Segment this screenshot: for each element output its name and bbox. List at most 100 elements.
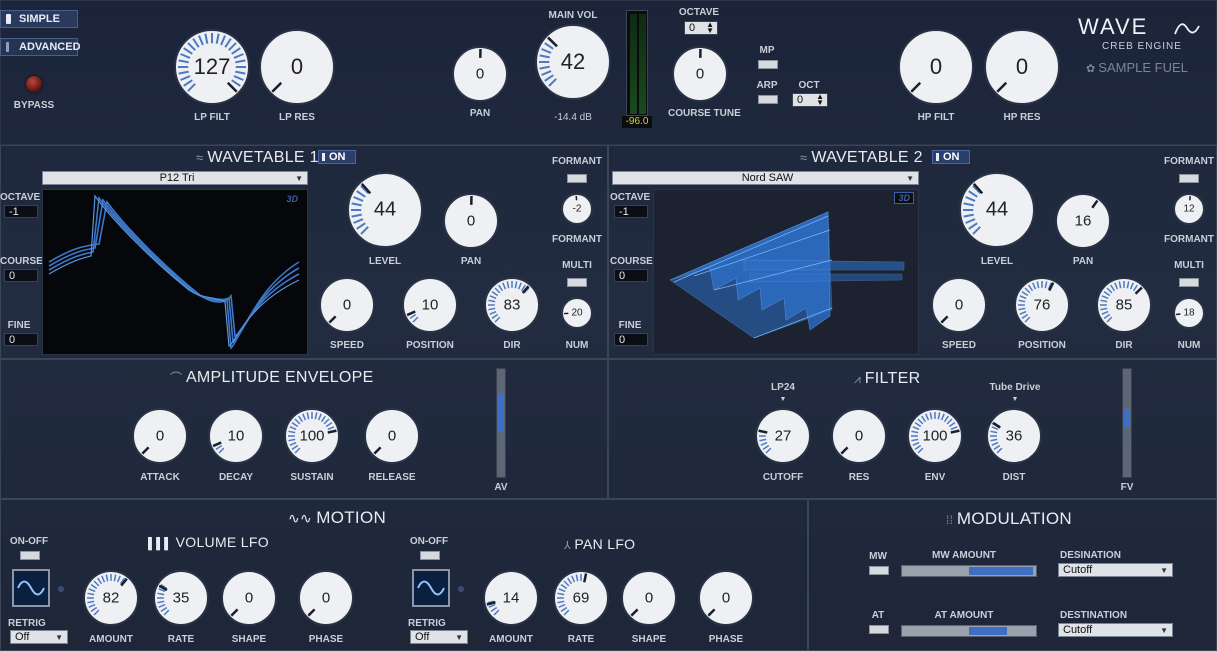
at-amount-slider[interactable] [901, 625, 1037, 637]
wt2-num-knob[interactable]: 18 [1173, 297, 1205, 329]
wt1-formant-toggle[interactable] [567, 174, 587, 183]
knob-tick [298, 415, 304, 423]
pan-lfo-amount-knob[interactable]: 14 [483, 570, 539, 626]
filter-type-selector[interactable]: LP24 ▼ [764, 382, 802, 404]
cutoff-knob[interactable]: 27 [755, 408, 811, 464]
vol-lfo-indicator [58, 586, 64, 592]
wt1-fine-field[interactable]: 0 [4, 333, 38, 346]
arp-toggle[interactable] [758, 95, 778, 104]
wave-logo-text: WAVE [1078, 14, 1149, 39]
vol-lfo-onoff-toggle[interactable] [20, 551, 40, 560]
wt2-octave-field[interactable]: -1 [614, 205, 648, 218]
sustain-knob[interactable]: 100 [284, 408, 340, 464]
wt2-dir-knob[interactable]: 85 [1096, 277, 1152, 333]
attack-knob[interactable]: 0 [132, 408, 188, 464]
at-toggle[interactable] [869, 625, 889, 634]
knob-tick [560, 584, 568, 590]
wavetable-2-on-button[interactable]: ON [932, 150, 970, 164]
wavetable-1-display[interactable]: 3D [42, 189, 308, 355]
wt1-num-knob[interactable]: 20 [561, 297, 593, 329]
wt1-speed-knob[interactable]: 0 [319, 277, 375, 333]
knob-pointer [707, 608, 716, 617]
sine-wave-icon [417, 580, 445, 596]
knob-tick [317, 413, 322, 421]
vol-lfo-amount-knob[interactable]: 82 [83, 570, 139, 626]
bypass-button[interactable] [24, 74, 44, 94]
vol-lfo-retrig-dropdown[interactable]: Off ▼ [10, 630, 68, 644]
meter-readout: -96.0 [622, 116, 652, 128]
wt1-formant-knob[interactable]: -2 [561, 193, 593, 225]
vol-lfo-rate-knob[interactable]: 35 [153, 570, 209, 626]
pan-lfo-rate-knob[interactable]: 69 [553, 570, 609, 626]
env-knob[interactable]: 100 [907, 408, 963, 464]
pan-lfo-phase-knob[interactable]: 0 [698, 570, 754, 626]
wt1-octave-field[interactable]: -1 [4, 205, 38, 218]
lp-filt-knob[interactable]: 127 [174, 29, 250, 105]
lp-res-knob[interactable]: 0 [259, 29, 335, 105]
knob-tick [93, 580, 100, 587]
mp-toggle[interactable] [758, 60, 778, 69]
wt1-course-field[interactable]: 0 [4, 269, 38, 282]
pan-lfo-onoff-toggle[interactable] [420, 551, 440, 560]
vol-lfo-shape-knob[interactable]: 0 [221, 570, 277, 626]
pan-lfo-retrig-dropdown[interactable]: Off ▼ [410, 630, 468, 644]
knob-pointer [910, 81, 922, 93]
release-knob[interactable]: 0 [364, 408, 420, 464]
decay-knob[interactable]: 10 [208, 408, 264, 464]
vol-lfo-wave-button[interactable] [12, 569, 50, 607]
wt2-fine-field[interactable]: 0 [614, 333, 648, 346]
hp-res-knob[interactable]: 0 [984, 29, 1060, 105]
dist-knob[interactable]: 36 [986, 408, 1042, 464]
knob-tick [1021, 291, 1029, 297]
wt2-formant-knob[interactable]: 12 [1173, 193, 1205, 225]
wt2-level-knob[interactable]: 44 [959, 172, 1035, 248]
pan-knob[interactable]: 0 [452, 46, 508, 102]
octave-spinner[interactable]: 0 ▲ ▼ [684, 21, 718, 35]
knob-tick [506, 281, 510, 289]
wt1-multi-toggle[interactable] [567, 278, 587, 287]
wt2-pan-knob[interactable]: 16 [1055, 193, 1111, 249]
wt1-pan-knob[interactable]: 0 [443, 193, 499, 249]
wt1-course-value: 0 [9, 270, 16, 282]
pan-lfo-amount-value: 14 [502, 589, 520, 607]
wavetable-1-preset-dropdown[interactable]: P12 Tri ▼ [42, 171, 308, 185]
res-knob[interactable]: 0 [831, 408, 887, 464]
course-tune-knob[interactable]: 0 [672, 46, 728, 102]
vol-lfo-phase-knob[interactable]: 0 [298, 570, 354, 626]
wt1-position-label: POSITION [406, 340, 454, 351]
fv-label: FV [1120, 482, 1134, 493]
at-destination-dropdown[interactable]: Cutoff ▼ [1058, 623, 1173, 637]
knob-tick [491, 313, 499, 319]
wavetable-2-preset-dropdown[interactable]: Nord SAW ▼ [612, 171, 919, 185]
hp-filt-knob[interactable]: 0 [898, 29, 974, 105]
mw-toggle[interactable] [869, 566, 889, 575]
drive-type-selector[interactable]: Tube Drive ▼ [986, 382, 1044, 404]
knob-tick [218, 447, 225, 454]
wavetable-1-on-button[interactable]: ON [318, 150, 356, 164]
fv-slider[interactable] [1122, 368, 1132, 478]
wavetable-2-display[interactable]: 3D [653, 189, 919, 355]
av-slider[interactable] [496, 368, 506, 478]
simple-mode-button[interactable]: SIMPLE [0, 10, 78, 28]
knob-tick [929, 412, 933, 420]
wt2-speed-knob[interactable]: 0 [931, 277, 987, 333]
knob-pointer [373, 446, 382, 455]
wt1-dir-knob[interactable]: 83 [484, 277, 540, 333]
oct-spinner[interactable]: 0 ▲ ▼ [792, 93, 828, 107]
mw-amount-slider[interactable] [901, 565, 1037, 577]
wt2-num-value: 18 [1183, 307, 1195, 319]
filter-title-text: FILTER [864, 370, 921, 387]
pan-lfo-wave-button[interactable] [412, 569, 450, 607]
wt2-course-field[interactable]: 0 [614, 269, 648, 282]
knob-tick [1126, 281, 1130, 289]
mw-destination-dropdown[interactable]: Cutoff ▼ [1058, 563, 1173, 577]
advanced-mode-button[interactable]: ADVANCED [0, 38, 81, 56]
wt1-position-knob[interactable]: 10 [402, 277, 458, 333]
vol-lfo-icon: ▌▌▌ [148, 538, 176, 550]
pan-lfo-shape-knob[interactable]: 0 [621, 570, 677, 626]
wt2-formant-toggle[interactable] [1179, 174, 1199, 183]
wt2-position-knob[interactable]: 76 [1014, 277, 1070, 333]
wt1-level-knob[interactable]: 44 [347, 172, 423, 248]
main-vol-knob[interactable]: 42 [535, 24, 611, 100]
wt2-multi-toggle[interactable] [1179, 278, 1199, 287]
